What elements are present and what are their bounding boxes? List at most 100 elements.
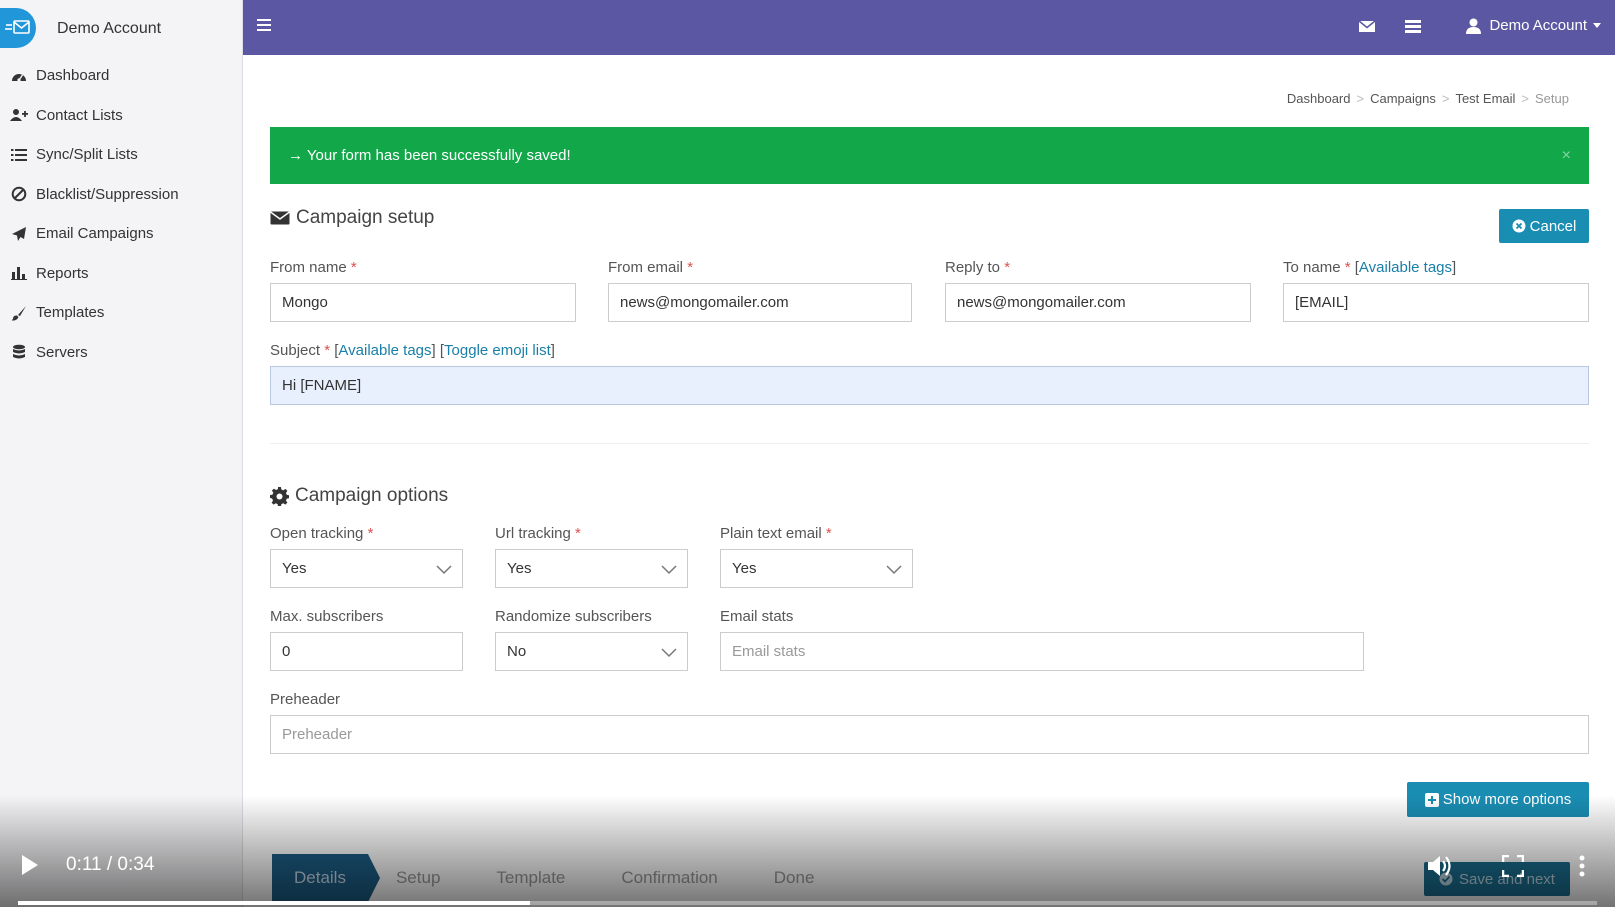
breadcrumb-campaigns[interactable]: Campaigns [1370, 91, 1436, 106]
sidebar-item-templates[interactable]: Templates [0, 293, 243, 333]
breadcrumb: Dashboard > Campaigns > Test Email > Set… [1287, 91, 1569, 106]
sidebar-item-label: Contact Lists [36, 106, 123, 124]
sidebar-item-servers[interactable]: Servers [0, 333, 243, 373]
user-menu[interactable]: Demo Account [1466, 17, 1601, 34]
reply-to-label: Reply to * [945, 259, 1011, 276]
wizard-steps: Details Setup Template Confirmation Done [272, 854, 842, 902]
video-progress-bar[interactable] [18, 901, 1597, 905]
toggle-emoji-list-link[interactable]: Toggle emoji list [444, 342, 551, 359]
breadcrumb-current: Setup [1535, 91, 1569, 106]
from-email-input[interactable]: news@mongomailer.com [608, 283, 912, 322]
subject-label: Subject * [Available tags] [Toggle emoji… [270, 342, 555, 359]
chevron-down-icon [661, 645, 677, 662]
breadcrumb-dashboard[interactable]: Dashboard [1287, 91, 1351, 106]
sidebar-item-contact-lists[interactable]: Contact Lists [0, 96, 243, 136]
cancel-button[interactable]: Cancel [1499, 209, 1589, 243]
to-name-input[interactable]: [EMAIL] [1283, 283, 1589, 322]
from-email-label: From email * [608, 259, 694, 276]
brand[interactable]: Demo Account [0, 0, 243, 55]
users-icon [10, 106, 28, 124]
sidebar-item-label: Reports [36, 264, 89, 282]
open-tracking-select[interactable]: Yes [270, 549, 463, 588]
volume-icon[interactable] [1426, 853, 1454, 879]
bar-chart-icon [10, 264, 28, 282]
url-tracking-select[interactable]: Yes [495, 549, 688, 588]
topbar: Demo Account [243, 0, 1615, 55]
sidebar-item-email-campaigns[interactable]: Email Campaigns [0, 214, 243, 254]
list-icon [10, 146, 28, 164]
show-more-options-label: Show more options [1442, 791, 1572, 808]
sidebar-item-label: Sync/Split Lists [36, 146, 138, 164]
chevron-down-icon [436, 562, 452, 579]
ban-icon [10, 185, 28, 203]
tasks-icon[interactable] [1404, 19, 1422, 35]
step-template[interactable]: Template [468, 854, 593, 902]
open-tracking-label: Open tracking * [270, 525, 374, 542]
paper-plane-icon [10, 225, 28, 243]
breadcrumb-separator: > [1441, 91, 1450, 106]
preheader-label: Preheader [270, 691, 341, 708]
to-name-available-tags-link[interactable]: Available tags [1359, 259, 1452, 276]
sidebar-item-label: Templates [36, 304, 105, 322]
plus-square-icon [1424, 792, 1439, 807]
campaign-options-title: Campaign options [270, 485, 448, 507]
video-timecode: 0:11 / 0:34 [66, 854, 155, 875]
breadcrumb-test-email[interactable]: Test Email [1455, 91, 1515, 106]
to-name-label: To name * [Available tags] [1283, 259, 1457, 276]
cancel-label: Cancel [1529, 217, 1577, 235]
alert-close-button[interactable]: × [1562, 147, 1571, 165]
dashboard-icon [10, 67, 28, 85]
more-options-icon[interactable] [1578, 855, 1586, 877]
play-icon[interactable] [20, 854, 42, 878]
chevron-down-icon [886, 562, 902, 579]
chevron-down-icon [661, 562, 677, 579]
gear-icon [270, 486, 289, 506]
user-label: Demo Account [1489, 17, 1587, 34]
max-subscribers-input[interactable]: 0 [270, 632, 463, 671]
sidebar-item-dashboard[interactable]: Dashboard [0, 56, 243, 96]
plain-text-email-label: Plain text email * [720, 525, 832, 542]
account-name: Demo Account [57, 20, 162, 37]
from-name-input[interactable]: Mongo [270, 283, 576, 322]
sidebar-item-sync-split-lists[interactable]: Sync/Split Lists [0, 135, 243, 175]
max-subscribers-label: Max. subscribers [270, 608, 384, 625]
subject-available-tags-link[interactable]: Available tags [338, 342, 431, 359]
alert-message: → Your form has been successfully saved! [288, 147, 571, 164]
campaign-options-title-text: Campaign options [295, 485, 449, 506]
step-details[interactable]: Details [272, 854, 380, 902]
step-setup[interactable]: Setup [368, 854, 468, 902]
show-more-options-button[interactable]: Show more options [1407, 782, 1589, 817]
fullscreen-icon[interactable] [1501, 854, 1525, 878]
sidebar-item-label: Blacklist/Suppression [36, 185, 179, 203]
sidebar-item-label: Email Campaigns [36, 225, 154, 243]
success-alert: → Your form has been successfully saved!… [270, 127, 1589, 184]
campaign-setup-title-text: Campaign setup [296, 207, 435, 228]
sidebar-item-reports[interactable]: Reports [0, 254, 243, 294]
step-done[interactable]: Done [746, 854, 843, 902]
email-stats-label: Email stats [720, 608, 794, 625]
campaign-setup-title: Campaign setup [270, 207, 434, 229]
breadcrumb-separator: > [1356, 91, 1365, 106]
database-icon [10, 343, 28, 361]
subject-input[interactable]: Hi [FNAME] [270, 366, 1589, 405]
randomize-subscribers-label: Randomize subscribers [495, 608, 652, 625]
sidebar-item-blacklist-suppression[interactable]: Blacklist/Suppression [0, 175, 243, 215]
reply-to-input[interactable]: news@mongomailer.com [945, 283, 1251, 322]
video-progress-fill [18, 901, 530, 905]
logo-mail-icon [0, 8, 36, 48]
email-stats-input[interactable]: Email stats [720, 632, 1364, 671]
from-name-label: From name * [270, 259, 357, 276]
preheader-input[interactable]: Preheader [270, 715, 1589, 754]
breadcrumb-separator: > [1521, 91, 1530, 106]
sidebar-nav: Dashboard Contact Lists Sync/Split Lists… [0, 56, 243, 372]
envelope-icon [270, 210, 290, 226]
url-tracking-label: Url tracking * [495, 525, 581, 542]
times-circle-icon [1512, 219, 1526, 233]
envelope-icon[interactable] [1358, 19, 1376, 35]
sidebar-item-label: Dashboard [36, 67, 110, 85]
randomize-subscribers-select[interactable]: No [495, 632, 688, 671]
plain-text-email-select[interactable]: Yes [720, 549, 913, 588]
paintbrush-icon [10, 304, 28, 322]
menu-toggle-icon[interactable] [257, 18, 273, 36]
step-confirmation[interactable]: Confirmation [593, 854, 745, 902]
